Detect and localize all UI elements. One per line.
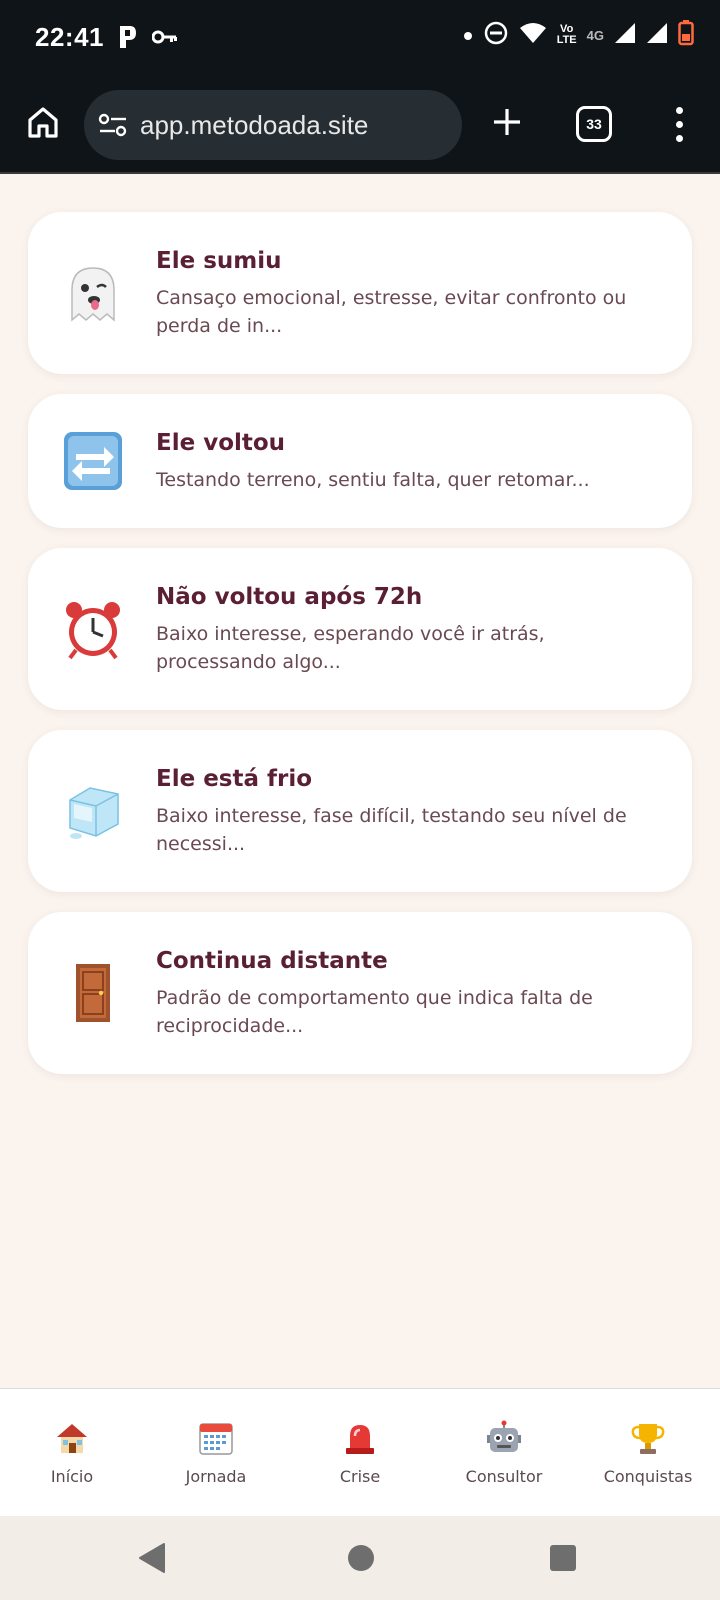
- nav-label: Crise: [339, 1467, 381, 1486]
- status-system-icons: Vo LTE 4G: [463, 20, 694, 50]
- ice-cube-icon: [62, 780, 124, 842]
- card-description: Baixo interesse, esperando você ir atrás…: [156, 623, 545, 673]
- dnd-icon: [483, 20, 509, 50]
- card-body: Ele está frio Baixo interesse, fase difí…: [156, 766, 662, 858]
- card-body: Ele sumiu Cansaço emocional, estresse, e…: [156, 248, 662, 340]
- card-title: Continua distante: [156, 948, 388, 974]
- tab-switcher-button[interactable]: 33: [576, 106, 612, 142]
- menu-dot: [675, 134, 683, 142]
- card-body: Ele voltou Testando terreno, sentiu falt…: [156, 430, 662, 494]
- arrows-counterclockwise-icon: [62, 430, 124, 492]
- nav-label: Conquistas: [603, 1467, 693, 1486]
- nav-item-inicio[interactable]: Início: [0, 1389, 144, 1516]
- door-icon: [62, 962, 124, 1024]
- card-body: Não voltou após 72h Baixo interesse, esp…: [156, 584, 662, 676]
- situation-card-sumiu[interactable]: Ele sumiu Cansaço emocional, estresse, e…: [28, 212, 692, 374]
- card-title: Ele voltou: [156, 430, 286, 456]
- parking-icon: [118, 24, 138, 54]
- card-description: Cansaço emocional, estresse, evitar conf…: [156, 287, 627, 337]
- status-notification-icons: [118, 24, 178, 54]
- system-home-icon[interactable]: [348, 1545, 374, 1571]
- dot-icon: [463, 26, 473, 45]
- plus-icon: [492, 107, 522, 141]
- signal-icon: [614, 22, 636, 48]
- card-description: Testando terreno, sentiu falta, quer ret…: [156, 469, 590, 491]
- situation-card-frio[interactable]: Ele está frio Baixo interesse, fase difí…: [28, 730, 692, 892]
- card-title: Não voltou após 72h: [156, 584, 423, 610]
- nav-item-jornada[interactable]: Jornada: [144, 1389, 288, 1516]
- status-bar: 22:41 Vo LTE 4G: [0, 0, 720, 76]
- card-description: Baixo interesse, fase difícil, testando …: [156, 805, 627, 855]
- trophy-icon: [629, 1419, 667, 1457]
- nav-item-consultor[interactable]: Consultor: [432, 1389, 576, 1516]
- alarm-clock-icon: [62, 598, 124, 660]
- nav-label: Início: [50, 1467, 94, 1486]
- home-icon: [26, 105, 60, 143]
- browser-menu-button[interactable]: [664, 103, 694, 145]
- address-bar[interactable]: app.metodoada.site: [84, 90, 462, 160]
- recent-apps-icon[interactable]: [550, 1545, 576, 1571]
- card-description: Padrão de comportamento que indica falta…: [156, 987, 593, 1037]
- network-type: 4G: [586, 27, 604, 43]
- home-button[interactable]: [22, 103, 64, 145]
- calendar-icon: [197, 1419, 235, 1457]
- card-body: Continua distante Padrão de comportament…: [156, 948, 662, 1040]
- situation-card-distante[interactable]: Continua distante Padrão de comportament…: [28, 912, 692, 1074]
- volte-indicator: Vo LTE: [556, 23, 577, 46]
- nav-label: Consultor: [465, 1467, 543, 1486]
- battery-icon: [678, 20, 694, 50]
- menu-dot: [675, 106, 683, 114]
- situation-card-voltou[interactable]: Ele voltou Testando terreno, sentiu falt…: [28, 394, 692, 528]
- house-icon: [53, 1419, 91, 1457]
- browser-toolbar: app.metodoada.site 33: [0, 76, 720, 174]
- signal-icon: [646, 22, 668, 48]
- wifi-icon: [519, 22, 547, 48]
- nav-item-crise[interactable]: Crise: [288, 1389, 432, 1516]
- key-icon: [151, 29, 178, 49]
- back-icon[interactable]: [138, 1542, 166, 1578]
- nav-label: Jornada: [185, 1467, 247, 1486]
- card-title: Ele está frio: [156, 766, 313, 792]
- nav-item-conquistas[interactable]: Conquistas: [576, 1389, 720, 1516]
- status-time: 22:41: [35, 22, 104, 52]
- bottom-nav: Início Jornada Crise Consultor Conquista…: [0, 1388, 720, 1516]
- robot-icon: [485, 1419, 523, 1457]
- card-title: Ele sumiu: [156, 248, 282, 274]
- new-tab-button[interactable]: [486, 103, 528, 145]
- situation-card-72h[interactable]: Não voltou após 72h Baixo interesse, esp…: [28, 548, 692, 710]
- system-nav-bar: [0, 1516, 720, 1600]
- siren-icon: [341, 1419, 379, 1457]
- menu-dot: [675, 120, 683, 128]
- site-settings-icon[interactable]: [98, 110, 128, 140]
- url-text: app.metodoada.site: [140, 109, 369, 140]
- ghost-icon: [62, 262, 124, 324]
